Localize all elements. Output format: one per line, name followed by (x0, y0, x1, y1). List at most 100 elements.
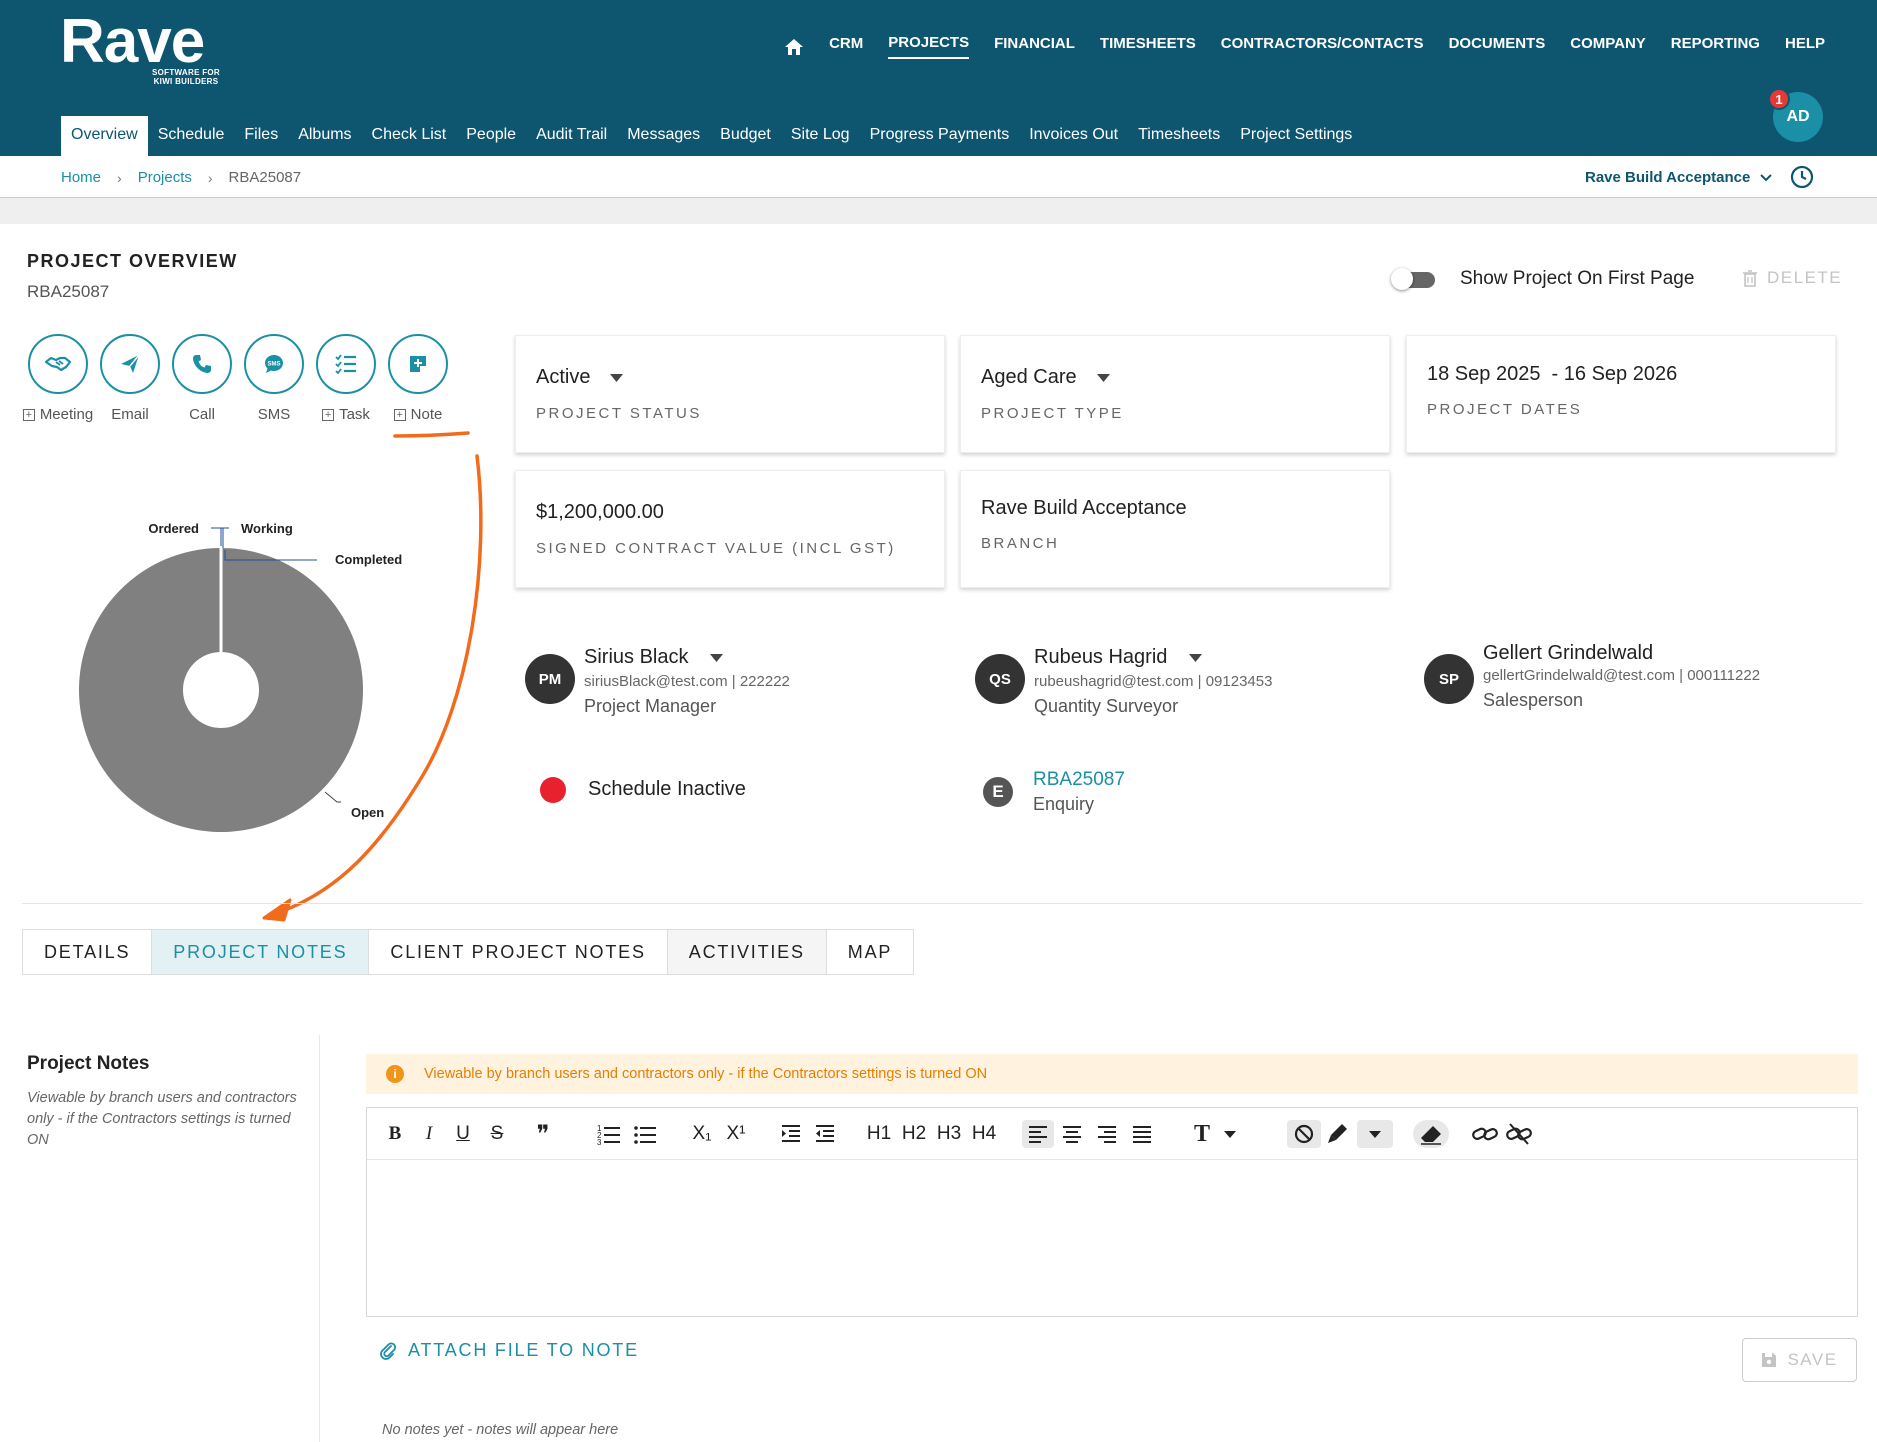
project-subnav: Overview Schedule Files Albums Check Lis… (61, 116, 1362, 156)
text-style-button[interactable]: T (1189, 1120, 1215, 1148)
tab-activities[interactable]: ACTIVITIES (667, 930, 827, 974)
plus-box-icon: + (393, 408, 406, 421)
delete-button[interactable]: DELETE (1743, 268, 1842, 288)
nav-company[interactable]: COMPANY (1570, 35, 1646, 58)
align-left-icon[interactable] (1022, 1120, 1054, 1148)
subnav-invoices-out[interactable]: Invoices Out (1019, 116, 1128, 156)
breadcrumb-home[interactable]: Home (61, 169, 101, 186)
salesperson[interactable]: SP Gellert Grindelwald gellertGrindelwal… (1424, 642, 1844, 724)
subnav-audit-trail[interactable]: Audit Trail (526, 116, 617, 156)
logo-word: Rave (60, 7, 205, 76)
align-justify-icon[interactable] (1128, 1120, 1156, 1148)
attach-file-button[interactable]: ATTACH FILE TO NOTE (380, 1340, 639, 1361)
subnav-people[interactable]: People (456, 116, 526, 156)
project-manager[interactable]: PM Sirius Black siriusBlack@test.com | 2… (525, 646, 885, 724)
subnav-check-list[interactable]: Check List (362, 116, 457, 156)
outdent-icon[interactable] (813, 1120, 837, 1148)
tab-client-project-notes[interactable]: CLIENT PROJECT NOTES (369, 930, 668, 974)
heading-2-button[interactable]: H2 (900, 1120, 928, 1148)
link-icon[interactable] (1471, 1120, 1499, 1148)
bold-button[interactable]: B (383, 1120, 407, 1148)
chart-leader-working (222, 527, 229, 548)
action-sms[interactable]: SMS SMS (238, 334, 310, 423)
heading-1-button[interactable]: H1 (865, 1120, 893, 1148)
show-on-first-page-toggle[interactable] (1391, 268, 1439, 290)
action-note[interactable]: + Note (382, 334, 454, 423)
subscript-button[interactable]: X₁ (687, 1120, 717, 1148)
subnav-project-settings[interactable]: Project Settings (1230, 116, 1362, 156)
note-editor-body[interactable] (367, 1161, 1857, 1316)
history-clock-icon[interactable] (1790, 165, 1814, 189)
action-meeting[interactable]: + Meeting (22, 334, 94, 423)
nav-projects[interactable]: PROJECTS (888, 34, 970, 59)
info-banner: i Viewable by branch users and contracto… (366, 1054, 1858, 1094)
subnav-progress-payments[interactable]: Progress Payments (860, 116, 1020, 156)
quantity-surveyor[interactable]: QS Rubeus Hagrid rubeushagrid@test.com |… (975, 646, 1335, 724)
unlink-icon[interactable] (1505, 1120, 1533, 1148)
notification-badge[interactable]: 1 (1768, 88, 1790, 110)
superscript-button[interactable]: X¹ (721, 1120, 751, 1148)
breadcrumb-projects[interactable]: Projects (138, 169, 192, 186)
empty-notes-message: No notes yet - notes will appear here (382, 1422, 619, 1438)
action-call-label: Call (189, 406, 215, 423)
branch-selector[interactable]: Rave Build Acceptance (1585, 169, 1773, 186)
indent-icon[interactable] (779, 1120, 803, 1148)
subnav-timesheets[interactable]: Timesheets (1128, 116, 1230, 156)
underline-button[interactable]: U (451, 1120, 475, 1148)
tab-details[interactable]: DETAILS (23, 930, 153, 974)
caret-down-icon[interactable] (1357, 1120, 1393, 1148)
subnav-albums[interactable]: Albums (288, 116, 361, 156)
caret-down-icon[interactable] (710, 653, 724, 662)
caret-down-icon[interactable] (1221, 1120, 1239, 1148)
page-title: PROJECT OVERVIEW (27, 251, 238, 271)
enquiry-link[interactable]: RBA25087 (1033, 769, 1125, 791)
heading-4-button[interactable]: H4 (970, 1120, 998, 1148)
tab-project-notes[interactable]: PROJECT NOTES (152, 930, 370, 974)
caret-down-icon (610, 373, 624, 382)
editor-toolbar: B I U S ❞ 123 X₁ X¹ H1 H2 H3 H4 T (367, 1108, 1857, 1160)
avatar: PM (525, 654, 575, 704)
quote-button[interactable]: ❞ (531, 1120, 555, 1148)
eraser-icon[interactable] (1413, 1120, 1449, 1148)
rave-logo[interactable]: Rave SOFTWARE FOR KIWI BUILDERS (60, 7, 220, 87)
chart-label-completed: Completed (335, 552, 402, 567)
action-task[interactable]: + Task (310, 334, 382, 423)
handshake-icon (28, 334, 88, 394)
ordered-list-icon[interactable]: 123 (597, 1120, 621, 1148)
heading-3-button[interactable]: H3 (935, 1120, 963, 1148)
no-color-icon[interactable] (1287, 1120, 1321, 1148)
strikethrough-button[interactable]: S (485, 1120, 509, 1148)
bullet-list-icon[interactable] (633, 1120, 657, 1148)
subnav-overview[interactable]: Overview (61, 116, 148, 156)
project-dates-card[interactable]: 18 Sep 2025 - 16 Sep 2026 PROJECT DATES (1406, 335, 1836, 453)
project-status-card[interactable]: Active PROJECT STATUS (515, 335, 945, 453)
contract-value-caption: SIGNED CONTRACT VALUE (INCL GST) (536, 540, 896, 557)
action-email[interactable]: Email (94, 334, 166, 423)
caret-down-icon[interactable] (1189, 653, 1203, 662)
nav-financial[interactable]: FINANCIAL (994, 35, 1075, 58)
project-type-card[interactable]: Aged Care PROJECT TYPE (960, 335, 1390, 453)
nav-contractors-contacts[interactable]: CONTRACTORS/CONTACTS (1221, 35, 1424, 58)
subnav-files[interactable]: Files (234, 116, 288, 156)
subnav-messages[interactable]: Messages (617, 116, 710, 156)
action-call[interactable]: Call (166, 334, 238, 423)
highlighter-icon[interactable] (1323, 1120, 1351, 1148)
tab-map[interactable]: MAP (827, 930, 913, 974)
nav-crm[interactable]: CRM (829, 35, 863, 58)
contract-value-card: $1,200,000.00 SIGNED CONTRACT VALUE (INC… (515, 470, 945, 588)
subnav-site-log[interactable]: Site Log (781, 116, 860, 156)
phone-icon (172, 334, 232, 394)
save-button[interactable]: SAVE (1742, 1338, 1857, 1382)
logo-tag-line2: KIWI BUILDERS (153, 77, 219, 86)
home-icon[interactable] (784, 38, 804, 56)
nav-timesheets[interactable]: TIMESHEETS (1100, 35, 1196, 58)
align-right-icon[interactable] (1093, 1120, 1121, 1148)
nav-help[interactable]: HELP (1785, 35, 1825, 58)
nav-documents[interactable]: DOCUMENTS (1449, 35, 1546, 58)
subnav-schedule[interactable]: Schedule (148, 116, 235, 156)
nav-reporting[interactable]: REPORTING (1671, 35, 1760, 58)
align-center-icon[interactable] (1058, 1120, 1086, 1148)
branch-value: Rave Build Acceptance (981, 497, 1187, 519)
italic-button[interactable]: I (417, 1120, 441, 1148)
subnav-budget[interactable]: Budget (710, 116, 781, 156)
